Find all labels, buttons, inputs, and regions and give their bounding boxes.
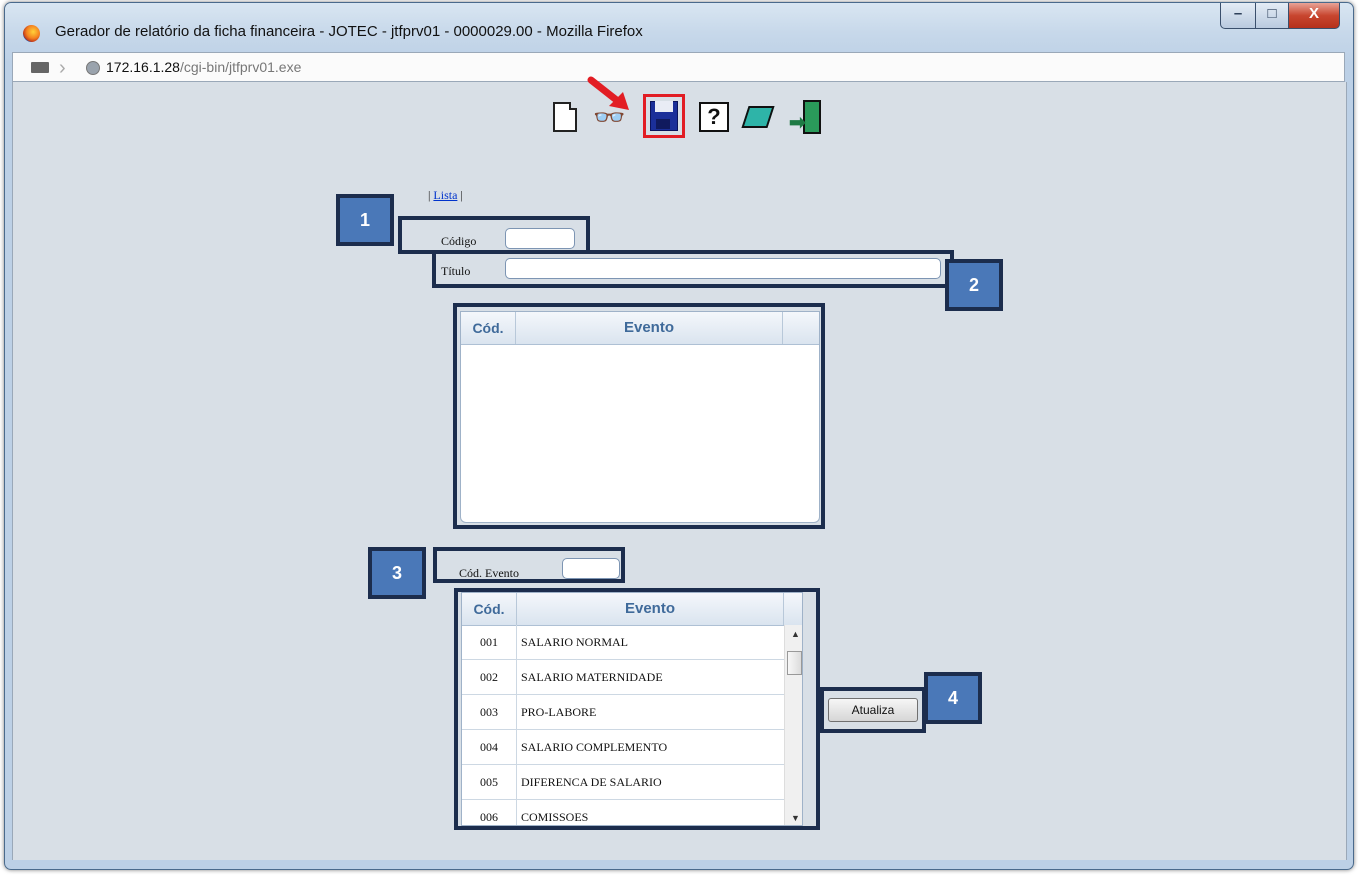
new-document-icon[interactable] [549, 100, 581, 134]
minimize-button[interactable]: – [1220, 3, 1256, 29]
grid-header: Cód. Evento [461, 312, 819, 345]
save-icon[interactable] [643, 94, 685, 138]
notebook-icon[interactable] [741, 100, 775, 134]
table-row[interactable]: 006 COMISSOES [462, 800, 784, 825]
maximize-button[interactable]: □ [1255, 3, 1289, 29]
callout-badge-3: 3 [368, 547, 426, 599]
chevron-right-icon: › [59, 57, 66, 79]
cod-evento-field[interactable] [562, 558, 620, 579]
table-row[interactable]: 001 SALARIO NORMAL [462, 625, 784, 660]
column-header-cod: Cód. [462, 593, 517, 625]
row-code: 002 [462, 660, 517, 695]
row-code: 006 [462, 800, 517, 825]
red-arrow-icon [587, 76, 629, 110]
events-grid[interactable]: Cód. Evento 001 SALARIO NORMAL 002 SALARIO … [461, 592, 803, 826]
tab-groups-icon[interactable] [31, 62, 49, 73]
scroll-up-icon[interactable]: ▲ [791, 629, 800, 639]
row-code: 005 [462, 765, 517, 800]
row-code: 004 [462, 730, 517, 765]
help-icon[interactable]: ? [697, 100, 729, 134]
globe-icon [86, 61, 100, 75]
codigo-label: Código [441, 234, 477, 248]
column-header-evento: Evento [516, 312, 783, 344]
title-bar: Gerador de relatório da ficha financeira… [5, 3, 1353, 55]
cod-evento-label: Cód. Evento [459, 566, 519, 580]
row-event-name: SALARIO COMPLEMENTO [521, 740, 668, 754]
row-event-name: COMISSOES [521, 810, 589, 824]
close-button[interactable]: X [1288, 3, 1340, 29]
column-header-cod: Cód. [461, 312, 516, 344]
titulo-label: Título [441, 264, 471, 278]
grid-header: Cód. Evento [462, 593, 802, 626]
row-event-name: SALARIO NORMAL [521, 635, 629, 649]
selected-events-grid[interactable]: Cód. Evento [460, 311, 820, 523]
lista-link[interactable]: Lista [433, 188, 457, 202]
row-event-name: PRO-LABORE [521, 705, 597, 719]
atualiza-button[interactable]: Atualiza [828, 698, 918, 722]
table-row[interactable]: 004 SALARIO COMPLEMENTO [462, 730, 784, 765]
titulo-field[interactable] [505, 258, 941, 279]
row-code: 001 [462, 625, 517, 660]
lista-nav: | Lista | [428, 188, 463, 202]
column-header-evento: Evento [517, 593, 784, 625]
page-content: 👓 ? ➡ | Lista | 1 Código 2 Título Cód. E… [12, 76, 1347, 860]
table-row[interactable]: 003 PRO-LABORE [462, 695, 784, 730]
url-text[interactable]: 172.16.1.28/cgi-bin/jtfprv01.exe [106, 59, 301, 75]
row-event-name: DIFERENCA DE SALARIO [521, 775, 662, 789]
window-title: Gerador de relatório da ficha financeira… [55, 23, 643, 40]
table-row[interactable]: 002 SALARIO MATERNIDADE [462, 660, 784, 695]
row-code: 003 [462, 695, 517, 730]
row-event-name: SALARIO MATERNIDADE [521, 670, 663, 684]
callout-badge-1: 1 [336, 194, 394, 246]
grid-scrollbar[interactable]: ▲ ▼ [784, 625, 802, 825]
scroll-thumb[interactable] [787, 651, 802, 675]
scroll-down-icon[interactable]: ▼ [791, 813, 800, 823]
table-row[interactable]: 005 DIFERENCA DE SALARIO [462, 765, 784, 800]
firefox-icon [23, 25, 40, 42]
exit-icon[interactable]: ➡ [789, 100, 821, 134]
address-bar[interactable]: › 172.16.1.28/cgi-bin/jtfprv01.exe [12, 52, 1345, 82]
codigo-field[interactable] [505, 228, 575, 249]
callout-badge-2: 2 [945, 259, 1003, 311]
callout-badge-4: 4 [924, 672, 982, 724]
